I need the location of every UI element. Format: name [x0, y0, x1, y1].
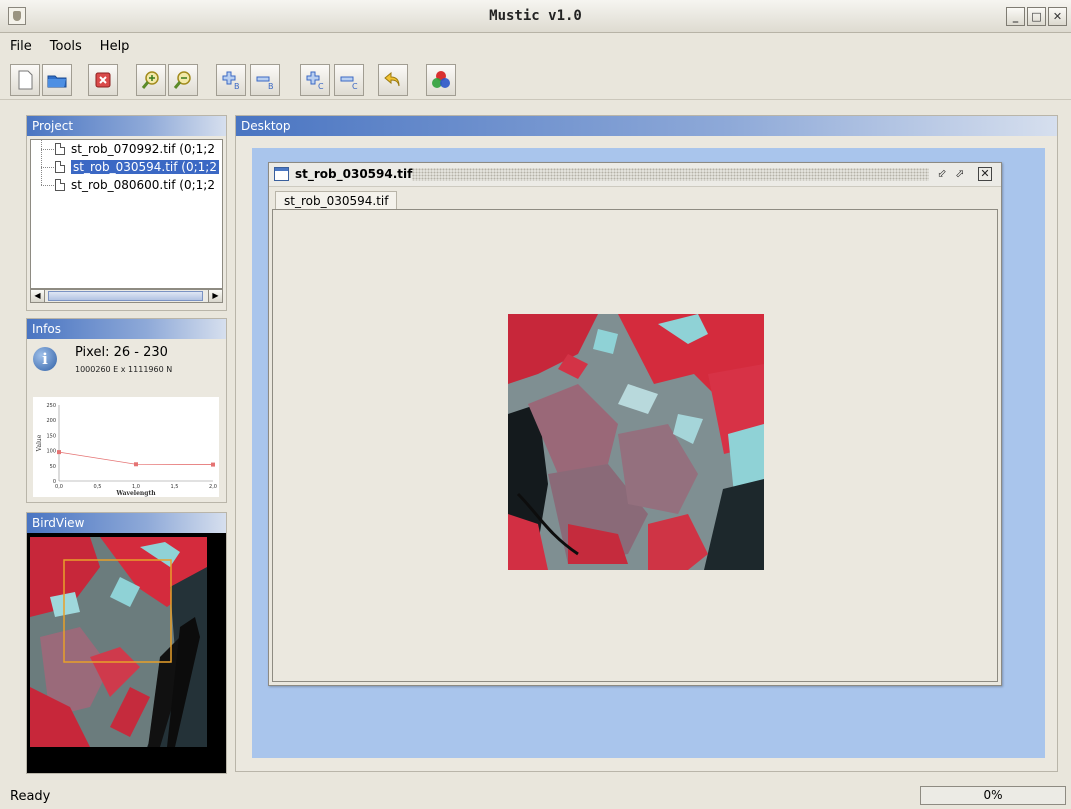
file-icon — [55, 179, 65, 191]
menu-help[interactable]: Help — [98, 37, 132, 56]
project-panel: Project st_rob_070992.tif (0;1;2 st_rob_… — [26, 115, 227, 311]
project-file-item[interactable]: st_rob_070992.tif (0;1;2 — [31, 140, 222, 158]
pixel-readout: Pixel: 26 - 230 — [75, 345, 168, 360]
coordinate-readout: 1000260 E x 1111960 N — [75, 365, 173, 374]
new-file-icon — [18, 70, 33, 90]
chart-x-tick-label: 0,0 — [55, 484, 63, 490]
window-title: Mustic v1.0 — [489, 8, 582, 24]
add-class-icon: C — [306, 71, 324, 91]
image-internal-frame[interactable]: st_rob_030594.tif ⬃ ⬀ ✕ st_rob_030594.ti… — [268, 162, 1002, 686]
chart-y-tick-label: 100 — [46, 449, 56, 455]
project-panel-title: Project — [27, 116, 226, 136]
zoom-out-icon — [173, 71, 191, 89]
birdview-panel: BirdView — [26, 512, 227, 774]
window-controls: _ □ ✕ — [1006, 7, 1067, 26]
internal-frame-titlebar[interactable]: st_rob_030594.tif ⬃ ⬀ ✕ — [269, 163, 1001, 187]
desktop-panel: Desktop st_rob_030594.tif ⬃ ⬀ ✕ st_rob_0… — [235, 115, 1058, 772]
svg-text:B: B — [268, 82, 274, 91]
rgb-composite-button[interactable] — [426, 64, 456, 96]
file-icon — [55, 161, 65, 173]
file-icon — [55, 143, 65, 155]
birdview-image[interactable] — [30, 537, 207, 747]
iconify-icon[interactable]: ⬃ — [935, 167, 949, 181]
maximize-button[interactable]: □ — [1027, 7, 1046, 26]
desktop-area[interactable]: st_rob_030594.tif ⬃ ⬀ ✕ st_rob_030594.ti… — [252, 148, 1045, 758]
frame-window-icon — [274, 167, 289, 181]
image-tab[interactable]: st_rob_030594.tif — [275, 191, 398, 211]
status-bar: Ready 0% — [0, 784, 1071, 809]
project-file-label: st_rob_030594.tif (0;1;2 — [71, 160, 219, 174]
status-text: Ready — [10, 789, 51, 804]
add-band-button[interactable]: B — [216, 64, 246, 96]
project-file-item[interactable]: st_rob_080600.tif (0;1;2 — [31, 176, 222, 194]
undo-button[interactable] — [378, 64, 408, 96]
project-horizontal-scrollbar[interactable]: ◀ ▶ — [30, 289, 223, 303]
project-file-item-selected[interactable]: st_rob_030594.tif (0;1;2 — [31, 158, 222, 176]
chart-data-point — [134, 462, 138, 467]
chart-x-tick-label: 0,5 — [94, 484, 102, 490]
info-icon: i — [33, 347, 57, 371]
menu-file[interactable]: File — [8, 37, 34, 56]
chart-data-point — [211, 462, 215, 467]
project-file-label: st_rob_070992.tif (0;1;2 — [71, 142, 215, 156]
chart-x-tick-label: 2,0 — [209, 484, 217, 490]
zoom-in-icon — [141, 71, 159, 89]
menu-bar: File Tools Help — [0, 33, 1071, 59]
progress-bar: 0% — [920, 786, 1066, 805]
scroll-thumb[interactable] — [48, 291, 203, 301]
toolbar: B B C C — [0, 60, 1071, 100]
scroll-left-arrow-icon[interactable]: ◀ — [31, 290, 45, 302]
chart-x-tick-label: 1,5 — [171, 484, 179, 490]
close-red-icon — [95, 72, 111, 88]
chart-data-point — [57, 450, 61, 455]
project-tree[interactable]: st_rob_070992.tif (0;1;2 st_rob_030594.t… — [30, 139, 223, 289]
rgb-circles-icon — [432, 71, 450, 88]
svg-text:C: C — [318, 82, 324, 91]
zoom-in-button[interactable] — [136, 64, 166, 96]
chart-y-tick-label: 150 — [46, 433, 56, 439]
infos-panel-title: Infos — [27, 319, 226, 339]
chart-y-axis-label: Value — [36, 434, 43, 452]
titlebar-grip — [412, 168, 929, 181]
remove-band-button[interactable]: B — [250, 64, 280, 96]
svg-text:B: B — [234, 82, 240, 91]
menu-tools[interactable]: Tools — [48, 37, 84, 56]
spectral-chart: 0 50 100 150 200 250 0,0 0,5 1,0 1,5 2,0 Wavelength… — [33, 397, 219, 497]
chart-y-tick-label: 200 — [46, 418, 56, 424]
image-view[interactable] — [272, 209, 998, 682]
remove-class-icon: C — [340, 76, 358, 91]
open-folder-button[interactable] — [42, 64, 72, 96]
remove-class-button[interactable]: C — [334, 64, 364, 96]
folder-icon — [47, 75, 67, 88]
minimize-button[interactable]: _ — [1006, 7, 1025, 26]
close-frame-icon[interactable]: ✕ — [978, 167, 992, 181]
chart-y-tick-label: 250 — [46, 403, 56, 409]
close-file-button[interactable] — [88, 64, 118, 96]
title-bar: Mustic v1.0 _ □ ✕ — [0, 0, 1071, 33]
infos-panel: Infos i Pixel: 26 - 230 1000260 E x 1111… — [26, 318, 227, 503]
desktop-panel-title: Desktop — [236, 116, 1057, 136]
chart-x-axis-label: Wavelength — [115, 490, 156, 497]
satellite-image[interactable] — [508, 314, 764, 570]
birdview-panel-title: BirdView — [27, 513, 226, 533]
internal-frame-title: st_rob_030594.tif — [295, 167, 413, 181]
undo-icon — [384, 71, 400, 87]
maximize-frame-icon[interactable]: ⬀ — [953, 167, 967, 181]
add-band-icon: B — [222, 71, 240, 91]
spectral-chart-svg: 0501001502002500,0 0,5 1,0 1,5 2,0Wavelength… — [36, 403, 217, 497]
scroll-right-arrow-icon[interactable]: ▶ — [208, 290, 222, 302]
project-file-label: st_rob_080600.tif (0;1;2 — [71, 178, 215, 192]
chart-y-tick-label: 50 — [50, 464, 56, 470]
new-file-button[interactable] — [10, 64, 40, 96]
svg-text:C: C — [352, 82, 358, 91]
zoom-out-button[interactable] — [168, 64, 198, 96]
close-button[interactable]: ✕ — [1048, 7, 1067, 26]
add-class-button[interactable]: C — [300, 64, 330, 96]
remove-band-icon: B — [256, 76, 274, 91]
